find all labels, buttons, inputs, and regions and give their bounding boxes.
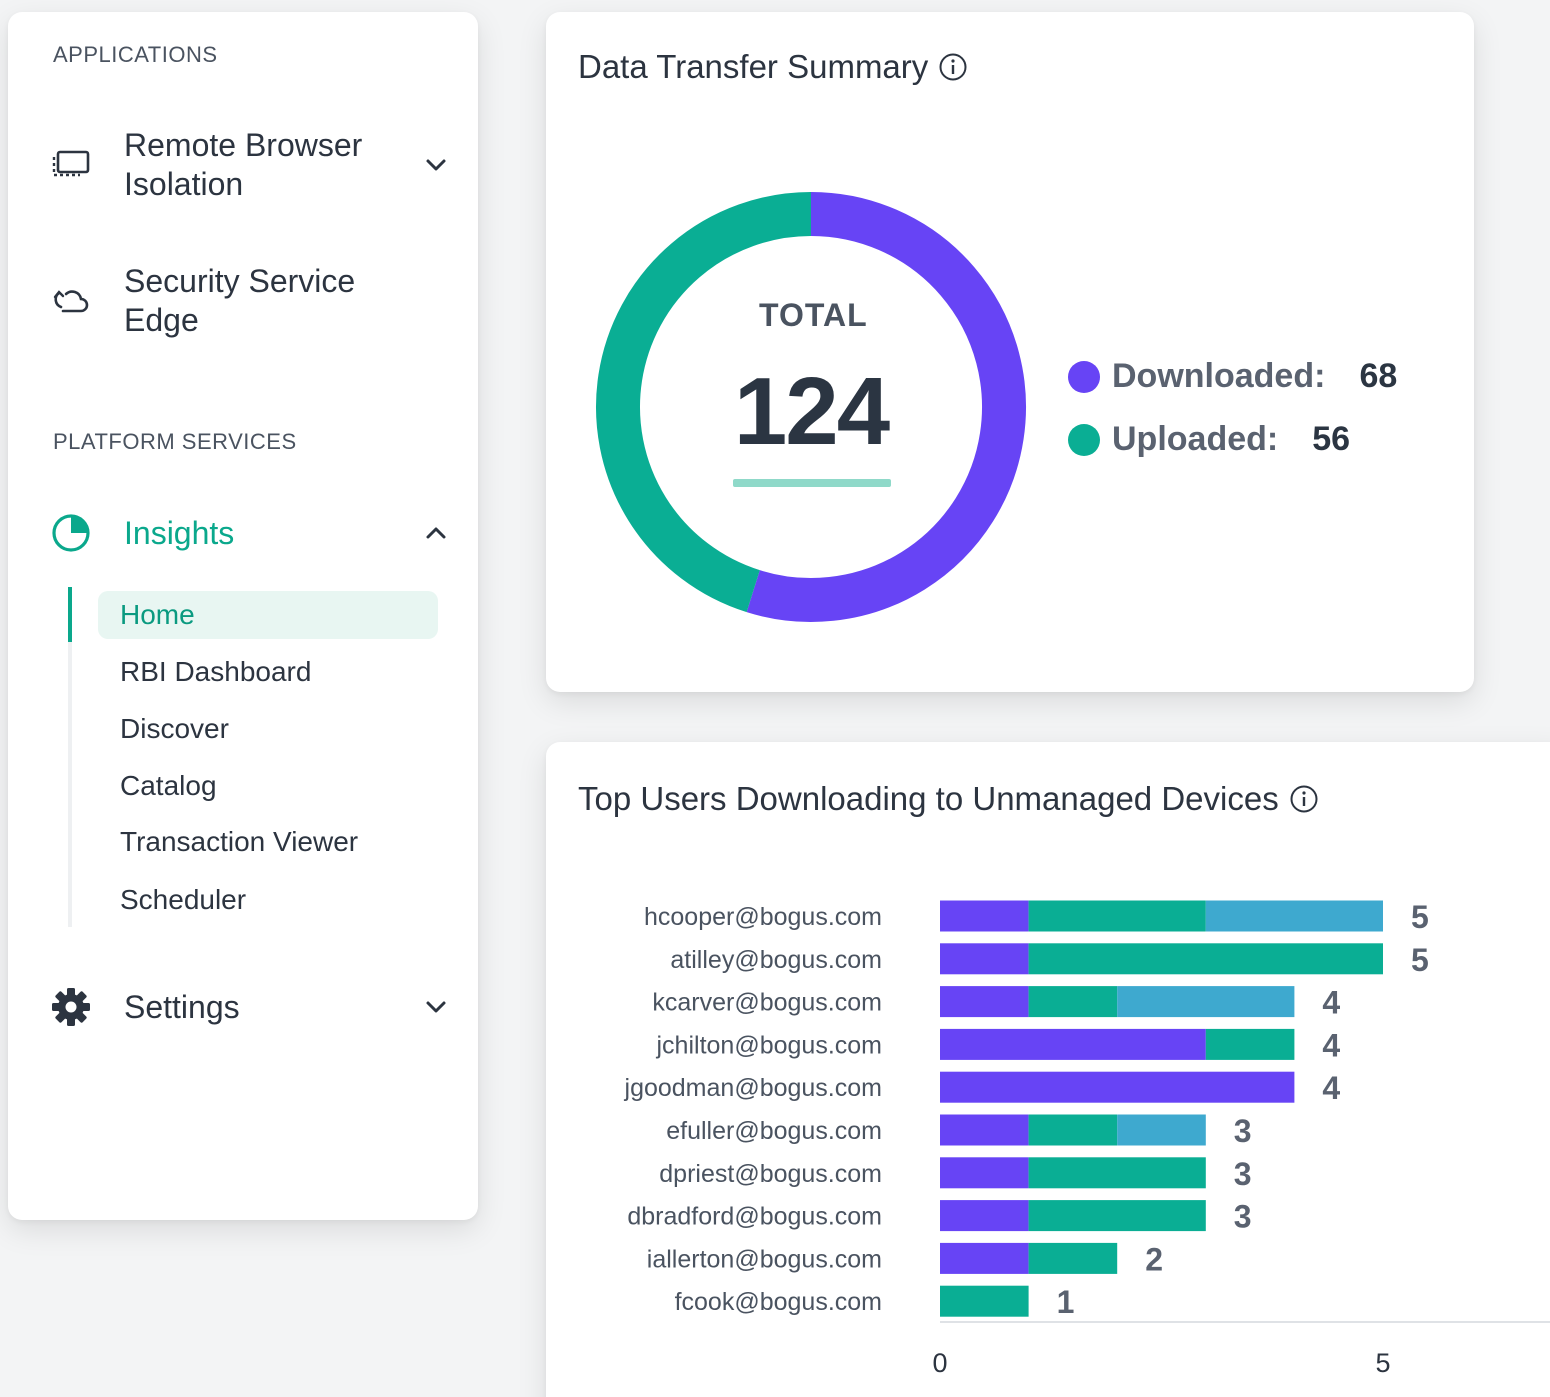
bar-segment[interactable] <box>1028 986 1118 1018</box>
bar-segment[interactable] <box>940 943 1029 975</box>
bar-category-label: atilley@bogus.com <box>670 946 882 974</box>
bar-segment[interactable] <box>940 1028 1206 1060</box>
bar-segment[interactable] <box>940 1242 1029 1274</box>
section-label-applications: APPLICATIONS <box>53 42 218 67</box>
bar-segment[interactable] <box>940 900 1029 932</box>
submenu-rail-active-indicator <box>68 587 72 642</box>
chevron-up-icon[interactable] <box>424 521 448 545</box>
subnav-item-home[interactable]: Home <box>98 591 438 639</box>
bar-total-label: 4 <box>1322 1070 1340 1106</box>
gear-icon <box>48 984 94 1030</box>
nav-item-remote-browser-isolation[interactable]: Remote Browser Isolation <box>48 126 448 204</box>
bar-category-label: dpriest@bogus.com <box>659 1160 882 1188</box>
chevron-down-icon[interactable] <box>424 995 448 1019</box>
bar-segment[interactable] <box>940 1157 1029 1189</box>
bar-category-label: jchilton@bogus.com <box>656 1031 883 1059</box>
bar-category-label: jgoodman@bogus.com <box>624 1074 882 1102</box>
bar-category-label: iallerton@bogus.com <box>647 1245 882 1273</box>
bar-category-label: kcarver@bogus.com <box>652 989 882 1017</box>
legend-value-downloaded: 68 <box>1359 357 1398 395</box>
bar-total-label: 3 <box>1234 1156 1252 1192</box>
bar-segment[interactable] <box>940 1071 1295 1103</box>
legend-label-uploaded: Uploaded: <box>1112 420 1279 458</box>
bar-segment[interactable] <box>1028 1114 1118 1146</box>
bar-category-label: hcooper@bogus.com <box>644 903 882 931</box>
bar-total-label: 5 <box>1411 899 1429 935</box>
legend-dot-downloaded <box>1068 360 1100 393</box>
x-tick-label: 0 <box>932 1348 947 1378</box>
nav-label-rbi: Remote Browser Isolation <box>124 127 363 202</box>
subnav-item-rbi-dashboard[interactable]: RBI Dashboard <box>98 648 438 696</box>
bar-segment[interactable] <box>1028 1200 1206 1232</box>
bar-segment[interactable] <box>1028 900 1206 932</box>
sidebar-nav: APPLICATIONS Remote Browser Isolation Se… <box>8 12 478 1220</box>
bar-segment[interactable] <box>1117 986 1295 1018</box>
bar-total-label: 5 <box>1411 942 1429 978</box>
nav-item-security-service-edge[interactable]: Security Service Edge <box>48 262 448 340</box>
donut-total-value: 124 <box>733 358 890 465</box>
nav-item-insights[interactable]: Insights <box>48 510 448 556</box>
legend-downloaded: Downloaded: 68 <box>1068 357 1397 396</box>
bar-segment[interactable] <box>1028 1157 1206 1189</box>
legend-value-uploaded: 56 <box>1312 420 1351 458</box>
bar-category-label: efuller@bogus.com <box>666 1117 882 1145</box>
bar-segment[interactable] <box>1028 943 1383 975</box>
data-transfer-summary-card: Data Transfer Summary TOTAL 124 Download… <box>546 12 1474 692</box>
bar-segment[interactable] <box>1205 1028 1295 1060</box>
donut-chart <box>596 192 1026 622</box>
legend-label-downloaded: Downloaded: <box>1112 357 1326 395</box>
bar-category-label: dbradford@bogus.com <box>627 1203 882 1231</box>
chevron-down-icon[interactable] <box>424 153 448 177</box>
legend-uploaded: Uploaded: 56 <box>1068 420 1350 459</box>
nav-label-sse: Security Service Edge <box>124 263 356 338</box>
subnav-item-scheduler[interactable]: Scheduler <box>98 876 438 924</box>
subnav-item-discover[interactable]: Discover <box>98 705 438 753</box>
nav-label-insights: Insights <box>124 514 235 551</box>
pie-chart-icon <box>48 510 94 556</box>
bar-segment[interactable] <box>1205 900 1383 932</box>
donut-underline <box>733 479 891 487</box>
bar-total-label: 4 <box>1322 985 1340 1021</box>
bar-total-label: 3 <box>1234 1199 1252 1235</box>
bar-category-label: fcook@bogus.com <box>675 1288 882 1316</box>
bar-total-label: 4 <box>1322 1027 1340 1063</box>
nav-item-settings[interactable]: Settings <box>48 984 448 1030</box>
subnav-item-catalog[interactable]: Catalog <box>98 762 438 810</box>
bar-segment[interactable] <box>1117 1114 1206 1146</box>
top-users-bar-chart: hcooper@bogus.com 5 atilley@bogus.com 5 kcar… <box>624 899 1550 1378</box>
nav-label-settings: Settings <box>124 988 240 1025</box>
bar-segment[interactable] <box>940 986 1029 1018</box>
cloud-icon <box>48 278 94 324</box>
browser-window-icon <box>48 142 94 188</box>
bar-total-label: 3 <box>1234 1113 1252 1149</box>
subnav-item-transaction-viewer[interactable]: Transaction Viewer <box>98 818 438 866</box>
x-tick-label: 5 <box>1375 1348 1390 1378</box>
bar-segment[interactable] <box>940 1114 1029 1146</box>
bar-total-label: 2 <box>1145 1241 1163 1277</box>
bar-total-label: 1 <box>1057 1284 1075 1320</box>
bar-segment[interactable] <box>1028 1242 1118 1274</box>
donut-total-label: TOTAL <box>759 297 868 333</box>
legend-dot-uploaded <box>1068 423 1100 456</box>
bar-segment[interactable] <box>940 1285 1029 1317</box>
section-label-platform-services: PLATFORM SERVICES <box>53 429 297 454</box>
bar-segment[interactable] <box>940 1200 1029 1232</box>
top-users-card: Top Users Downloading to Unmanaged Devic… <box>546 742 1550 1397</box>
